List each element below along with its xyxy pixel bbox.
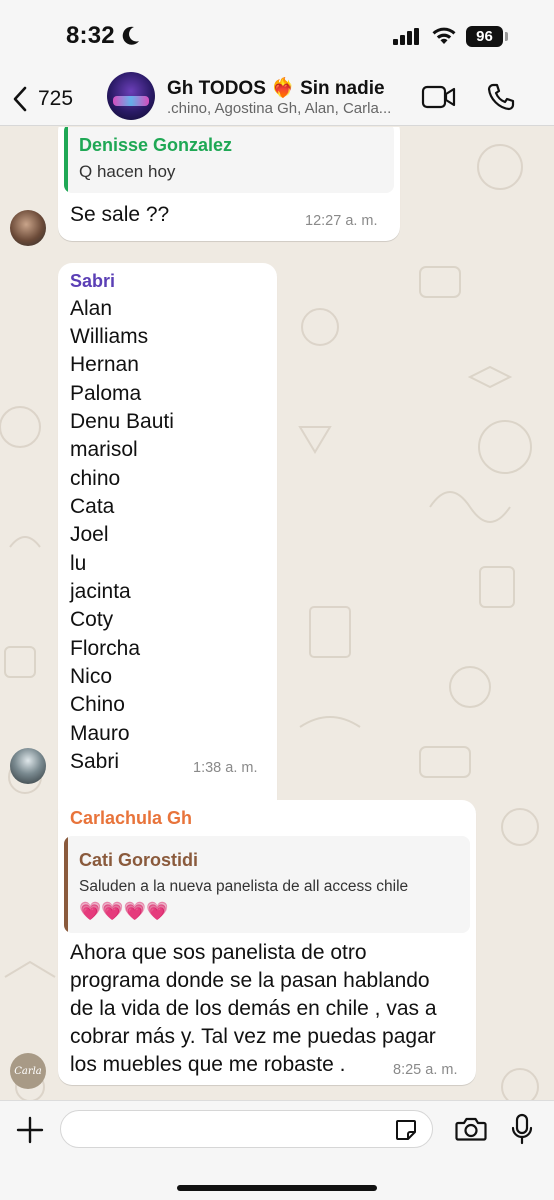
chat-area[interactable]: Denisse Gonzalez Q hacen hoy Se sale ?? … <box>0 127 554 1100</box>
group-avatar[interactable] <box>107 72 155 120</box>
message-bubble[interactable]: Denisse Gonzalez Q hacen hoy Se sale ?? … <box>58 127 400 241</box>
message-time: 8:25 a. m. <box>393 1062 458 1078</box>
sticker-icon[interactable] <box>394 1118 418 1142</box>
avatar-logo[interactable]: Carla <box>10 1053 46 1089</box>
message-text: Se sale ?? <box>70 203 170 226</box>
list-line: Chino <box>70 693 125 716</box>
cellular-signal-icon <box>393 28 419 45</box>
reply-sender: Cati Gorostidi <box>79 850 199 870</box>
list-line: Paloma <box>70 382 142 405</box>
avatar[interactable] <box>10 210 46 246</box>
avatar-stage-lights <box>113 96 149 106</box>
reply-emoji: 💗💗💗💗 <box>79 901 169 921</box>
reply-sender: Denisse Gonzalez <box>79 135 233 155</box>
message-bubble[interactable]: Carlachula Gh Cati Gorostidi Saluden a l… <box>58 800 476 1085</box>
list-line: Cata <box>70 495 115 518</box>
list-line: Denu Bauti <box>70 410 174 433</box>
list-line: jacinta <box>70 580 131 603</box>
message-time: 12:27 a. m. <box>305 213 378 229</box>
list-line: lu <box>70 552 87 575</box>
list-line: Florcha <box>70 637 141 660</box>
input-bar <box>0 1100 554 1200</box>
message-line: cobrar más y. Tal vez me puedas pagar <box>70 1025 436 1048</box>
battery-tip <box>505 32 508 41</box>
list-line: Nico <box>70 665 113 688</box>
quoted-reply[interactable]: Cati Gorostidi Saluden a la nueva paneli… <box>64 836 470 933</box>
group-members[interactable]: .chino, Agostina Gh, Alan, Carla... <box>167 100 412 117</box>
status-time: 8:32 <box>66 22 115 49</box>
chevron-left-icon <box>13 86 27 112</box>
message-line: programa donde se la pasan hablando <box>70 969 430 992</box>
message-sender: Sabri <box>70 271 116 291</box>
group-title[interactable]: Gh TODOS ❤️‍🔥 Sin nadie <box>167 76 385 100</box>
phone-icon[interactable] <box>486 82 516 112</box>
avatar-logo-text: Carla <box>14 1065 42 1077</box>
reply-text: Saluden a la nueva panelista de all acce… <box>79 878 409 895</box>
list-line: Mauro <box>70 722 130 745</box>
reply-text: Q hacen hoy <box>79 162 176 181</box>
list-line: chino <box>70 467 121 490</box>
wifi-icon <box>432 27 456 44</box>
reply-accent-bar <box>64 127 68 193</box>
battery-indicator: 96 <box>466 26 503 47</box>
list-line: Coty <box>70 608 114 631</box>
moon-icon <box>122 26 139 45</box>
message-line: de la vida de los demás en chile , vas a <box>70 997 437 1020</box>
chat-header: 725 Gh TODOS ❤️‍🔥 Sin nadie .chino, Agos… <box>0 72 554 126</box>
list-line: Hernan <box>70 353 139 376</box>
list-line: Joel <box>70 523 109 546</box>
status-bar: 8:32 96 <box>0 0 554 72</box>
message-input[interactable] <box>60 1110 433 1148</box>
list-line: Alan <box>70 297 113 320</box>
message-sender: Carlachula Gh <box>70 808 193 828</box>
reply-accent-bar <box>64 836 68 933</box>
quoted-reply[interactable]: Denisse Gonzalez Q hacen hoy <box>64 127 394 193</box>
plus-icon[interactable] <box>15 1115 45 1145</box>
home-indicator[interactable] <box>177 1185 377 1191</box>
microphone-icon[interactable] <box>511 1113 533 1145</box>
message-time: 1:38 a. m. <box>193 760 258 776</box>
back-button[interactable]: 725 <box>12 80 73 118</box>
list-line: Williams <box>70 325 149 348</box>
video-call-icon[interactable] <box>421 84 457 110</box>
avatar[interactable] <box>10 748 46 784</box>
message-line: Ahora que sos panelista de otro <box>70 941 367 964</box>
list-line: marisol <box>70 438 138 461</box>
list-line: Sabri <box>70 750 120 773</box>
camera-icon[interactable] <box>455 1116 487 1142</box>
message-line: los muebles que me robaste . <box>70 1053 346 1076</box>
unread-count: 725 <box>38 87 74 110</box>
